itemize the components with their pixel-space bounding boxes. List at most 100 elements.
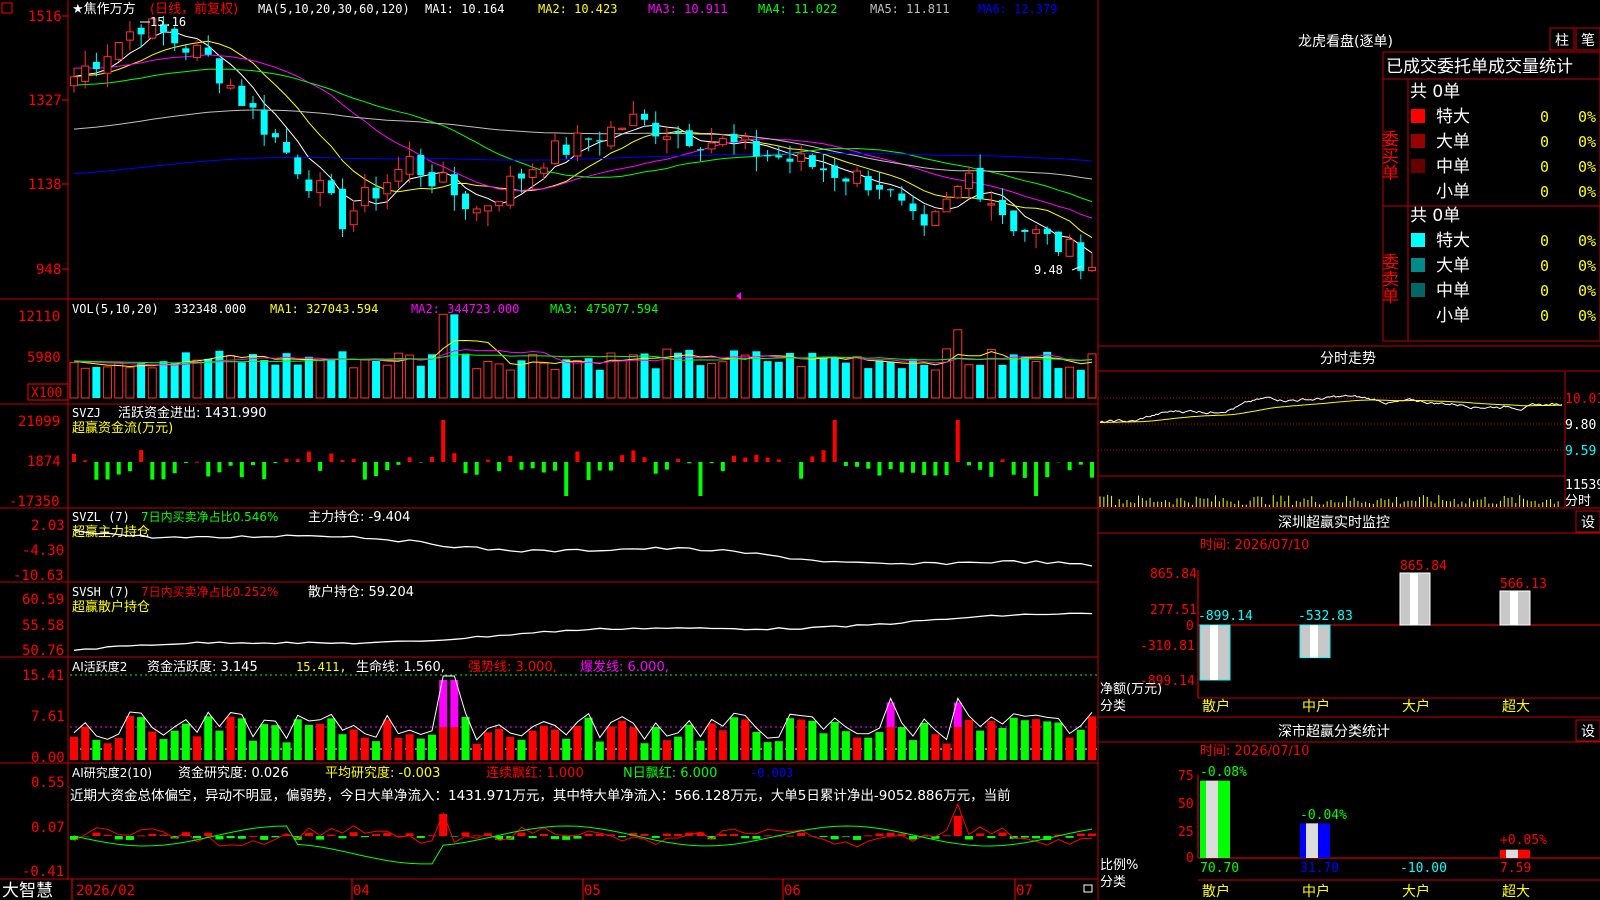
y-tick: 1516 [28, 9, 62, 25]
flow-bar [541, 462, 546, 473]
net-amount-bar-highlight [1210, 625, 1218, 680]
category-label: 超大 [1502, 699, 1530, 715]
flow-bar [105, 462, 110, 480]
ratio-change-label: -0.08% [1200, 765, 1247, 780]
order-percent: 0% [1578, 282, 1596, 300]
order-count: 0 [1540, 108, 1549, 126]
candle-body [383, 182, 392, 195]
flow-bar [485, 459, 490, 462]
research-bar [797, 832, 806, 836]
y-tick: 75 [1178, 769, 1194, 784]
flow-bar [955, 420, 960, 462]
activity-bar [763, 742, 772, 760]
sz-class-time: 时间: 2026/07/10 [1200, 744, 1309, 759]
research-bar [1065, 836, 1074, 838]
flow-bar [877, 462, 882, 476]
svsh-sub: 超赢散户持仓 [72, 599, 150, 615]
flow-bar [843, 462, 848, 466]
research-bar [517, 832, 526, 836]
activity-bar [506, 737, 515, 760]
activity-bar [853, 737, 862, 760]
volume-bar [1065, 366, 1075, 399]
volume-bar [964, 364, 974, 399]
activity-bar [215, 730, 224, 760]
activity-bar [741, 719, 750, 760]
y-tick: 60.59 [22, 592, 64, 608]
sz-class-settings-button[interactable]: 设 [1575, 719, 1600, 742]
y-tick: 0 [1186, 619, 1194, 634]
svzj-text: 活跃资金进出: 1431.990 [118, 405, 267, 421]
activity-bar [439, 727, 448, 760]
flow-bar [866, 462, 871, 469]
research-bar [159, 834, 168, 836]
net-amount-bar-highlight [1310, 625, 1318, 658]
candle-body [260, 109, 268, 135]
volume-bar [170, 363, 179, 398]
volume-bar [327, 360, 336, 398]
activity-bar [998, 727, 1007, 760]
activity-bar [987, 721, 996, 760]
candle-body [674, 131, 682, 134]
research-bar [125, 836, 134, 840]
order-count: 0 [1540, 183, 1549, 201]
candle-body [573, 132, 582, 157]
bar-mode-button[interactable]: 柱 [1549, 27, 1575, 51]
flow-bar [810, 456, 815, 462]
activity-bar [316, 723, 325, 760]
intraday-y-tick: 9.59 [1565, 444, 1596, 459]
candle-body [953, 185, 962, 199]
research-bar [1020, 836, 1029, 838]
flow-bar [989, 462, 994, 477]
order-size-label: 小单 [1436, 182, 1470, 202]
candle-body [506, 175, 515, 206]
activity-bar [539, 725, 548, 760]
tick-mode-button[interactable]: 笔 [1575, 27, 1600, 51]
volume-bar [282, 353, 291, 398]
ai2-text1: 资金研究度: 0.026 [178, 765, 289, 781]
candle-body [517, 173, 525, 179]
candle-body [1043, 228, 1051, 234]
y-tick: 0.00 [31, 750, 65, 766]
candle-body [562, 144, 570, 155]
research-bar [853, 836, 862, 840]
volume-bar [450, 314, 459, 398]
volume-bar [852, 355, 862, 399]
flow-bar [1090, 462, 1094, 478]
candle-body [283, 142, 291, 153]
candle-body [103, 56, 112, 74]
volume-bar [796, 365, 806, 399]
candle-body [898, 193, 906, 201]
flow-bar [620, 455, 625, 462]
order-count: 0 [1540, 257, 1549, 275]
candle-body [976, 167, 984, 200]
ai1-label: AI活跃度2 [72, 659, 127, 674]
candle-body [820, 168, 828, 171]
stock-analysis-terminal: ★焦作万方 (日线，前复权) MA(5,10,20,30,60,120) MA1… [0, 0, 1600, 900]
sz-monitor-settings-button[interactable]: 设 [1575, 510, 1600, 533]
order-color-swatch [1411, 283, 1425, 297]
volume-bar [696, 365, 705, 398]
research-bar [439, 814, 448, 836]
candle-body [1054, 231, 1062, 253]
candle-body [1032, 229, 1041, 234]
candle-body [1010, 210, 1018, 232]
ma-readout: MA6: 12.379 [978, 2, 1057, 16]
research-bar [741, 836, 750, 839]
research-bar [137, 835, 146, 837]
research-bar [271, 836, 280, 838]
flow-bar [239, 462, 244, 478]
research-bar [1076, 833, 1085, 836]
order-percent: 0% [1578, 108, 1596, 126]
volume-bar [808, 352, 817, 398]
category-label: 大户 [1402, 698, 1430, 715]
activity-bar [730, 717, 739, 760]
volume-bar [483, 360, 493, 399]
activity-bar [1020, 720, 1029, 760]
flow-bar [966, 462, 971, 466]
volume-bar [271, 364, 280, 398]
research-bar [327, 834, 336, 836]
candle-body [853, 170, 862, 184]
settings-label: 设 [1581, 515, 1595, 531]
volume-bar [349, 367, 359, 399]
activity-bar [137, 717, 146, 760]
